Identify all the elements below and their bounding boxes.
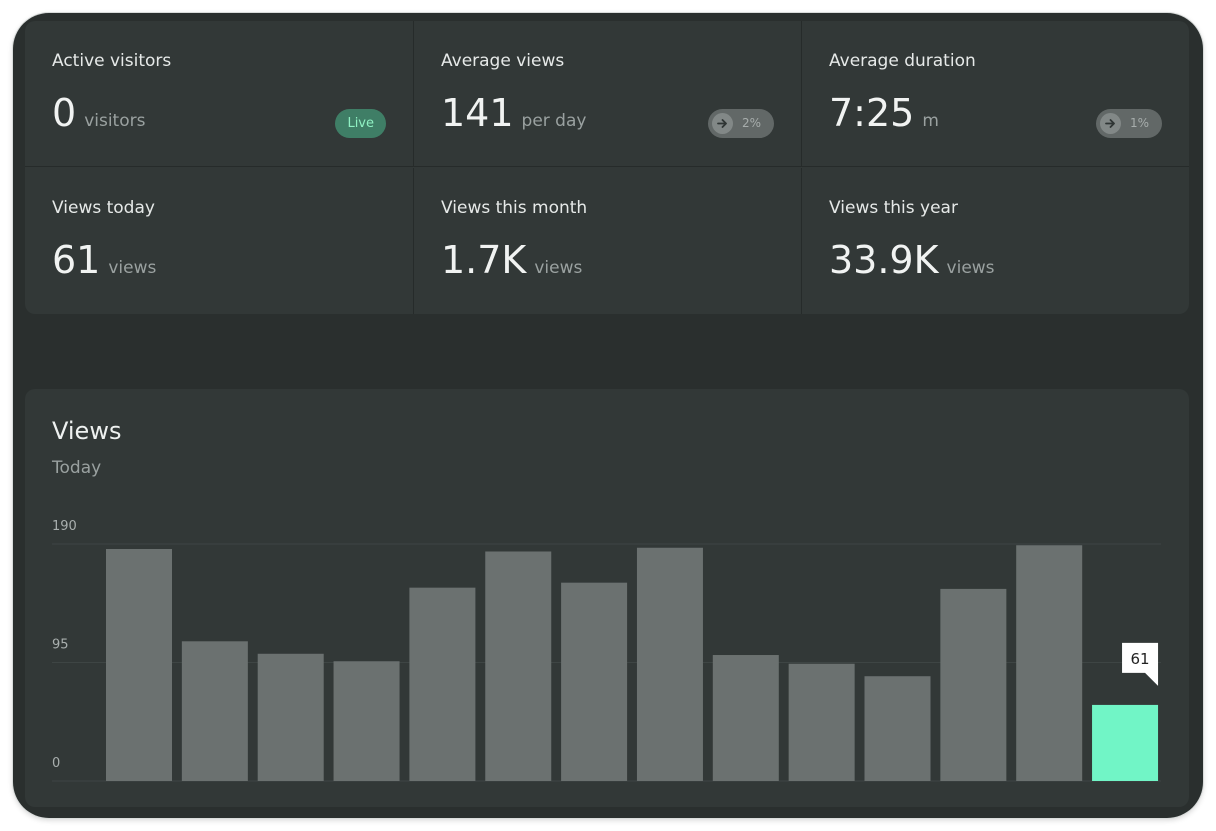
bar: [940, 588, 1007, 781]
bar: [636, 547, 703, 781]
trend-percent: 1%: [1130, 116, 1150, 130]
trend-badge: 1%: [1096, 109, 1162, 138]
views-chart-card: Views Today 190 95 0 61: [25, 389, 1189, 807]
trend-badge: 2%: [708, 109, 774, 138]
stat-average-views: Average views 141 per day 2%: [413, 21, 801, 167]
bar: [181, 641, 248, 781]
stat-active-visitors: Active visitors 0 visitors Live: [25, 21, 413, 167]
stat-value: 141: [441, 91, 514, 135]
stat-views-today: Views today 61 views: [25, 168, 413, 314]
stat-value: 7:25: [829, 91, 915, 135]
y-tick-label: 95: [52, 638, 69, 653]
stat-label: Views this year: [829, 198, 958, 218]
stat-value: 61: [52, 238, 101, 282]
stat-value-row: 141 per day: [441, 94, 586, 132]
stat-value: 1.7K: [441, 238, 527, 282]
stat-unit: visitors: [84, 111, 146, 131]
stat-value: 33.9K: [829, 238, 939, 282]
stat-value-row: 0 visitors: [52, 94, 145, 132]
stat-label: Average views: [441, 51, 565, 71]
bar: [257, 653, 324, 781]
stat-unit: views: [946, 258, 995, 278]
bar: [333, 661, 400, 781]
stat-unit: m: [922, 111, 939, 131]
stat-label: Views today: [52, 198, 155, 218]
stat-label: Views this month: [441, 198, 588, 218]
stat-value-row: 61 views: [52, 241, 156, 279]
bar: [561, 582, 628, 781]
live-badge: Live: [335, 109, 386, 138]
dashboard-frame: Active visitors 0 visitors Live Average v…: [13, 13, 1203, 818]
y-tick-label: 190: [52, 519, 77, 534]
stat-unit: views: [534, 258, 583, 278]
stat-views-this-month: Views this month 1.7K views: [413, 168, 801, 314]
stat-value-row: 7:25 m: [829, 94, 939, 132]
y-tick-label: 0: [52, 756, 60, 771]
stat-value-row: 33.9K views: [829, 241, 995, 279]
bar: [1016, 545, 1083, 781]
stat-value: 0: [52, 91, 77, 135]
stats-grid: Active visitors 0 visitors Live Average v…: [25, 21, 1189, 314]
stat-value-row: 1.7K views: [441, 241, 582, 279]
bar: [106, 548, 172, 781]
views-bar-chart: 190 95 0 61: [52, 519, 1161, 782]
bar: [485, 551, 552, 781]
arrow-right-icon: [712, 113, 733, 134]
stat-label: Average duration: [829, 51, 976, 71]
bar: [788, 663, 855, 781]
bar: [409, 587, 476, 781]
stat-views-this-year: Views this year 33.9K views: [801, 168, 1189, 314]
arrow-right-icon: [1100, 113, 1121, 134]
stat-unit: views: [108, 258, 157, 278]
stat-unit: per day: [521, 111, 587, 131]
bar: [864, 676, 931, 781]
tooltip-value: 61: [1131, 650, 1150, 668]
stat-average-duration: Average duration 7:25 m 1%: [801, 21, 1189, 167]
bar: [1092, 704, 1159, 781]
stat-label: Active visitors: [52, 51, 172, 71]
trend-percent: 2%: [742, 116, 762, 130]
bar: [712, 655, 779, 781]
